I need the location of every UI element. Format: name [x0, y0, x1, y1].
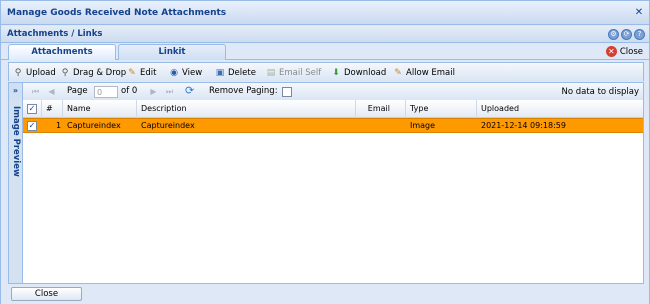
help-icon[interactable]: ? — [634, 29, 645, 40]
attachment-toolbar: ⚲ Upload ⚲ Drag & Drop ✎ Edit ◉ View ▣ D… — [8, 62, 644, 81]
column-header-uploaded[interactable]: Uploaded — [477, 100, 643, 118]
page-count-label: of 0 — [121, 86, 138, 96]
header-checkbox-cell: ✓ — [23, 100, 42, 118]
column-header-type[interactable]: Type — [406, 100, 477, 118]
refresh-icon[interactable]: ⟳ — [185, 85, 197, 97]
view-button[interactable]: ◉ View — [169, 66, 202, 79]
last-page-icon[interactable]: ⏭ — [165, 87, 174, 96]
upload-button[interactable]: ⚲ Upload — [13, 66, 56, 79]
footer-close-button[interactable]: Close — [11, 287, 82, 301]
upload-label: Upload — [26, 67, 56, 78]
eye-icon: ◉ — [170, 67, 178, 78]
email-self-button[interactable]: ▤ Email Self — [266, 66, 322, 79]
prev-page-icon[interactable]: ◀ — [47, 87, 56, 96]
window-close-icon[interactable]: ✕ — [634, 8, 644, 18]
page-number-input[interactable] — [94, 86, 118, 98]
download-button[interactable]: ⬇ Download — [331, 66, 386, 79]
delete-label: Delete — [228, 67, 256, 78]
paging-toolbar: » ⏮ ◀ Page of 0 ▶ ⏭ ⟳ Remove Paging: No … — [8, 82, 644, 100]
first-page-icon[interactable]: ⏮ — [31, 87, 40, 96]
page-label: Page — [67, 86, 88, 96]
attachments-window: Manage Goods Received Note Attachments ✕… — [0, 0, 650, 304]
top-close-button[interactable]: ✕ Close — [605, 44, 643, 59]
email-self-label: Email Self — [279, 67, 322, 78]
remove-paging-checkbox[interactable] — [282, 87, 292, 97]
image-preview-title: Image Preview — [11, 106, 21, 177]
tab-attachments[interactable]: Attachments — [8, 44, 116, 60]
column-header-name[interactable]: Name — [63, 100, 137, 118]
image-preview-panel[interactable]: Image Preview — [8, 100, 23, 284]
row-uploaded: 2021-12-14 09:18:59 — [481, 121, 566, 130]
tab-linkit[interactable]: Linkit — [118, 44, 226, 60]
panel-header: Attachments / Links ⚙ ⟳ ? — [1, 26, 649, 43]
row-description: Captureindex — [141, 121, 195, 130]
column-header-index[interactable]: # — [42, 100, 63, 118]
table-row[interactable]: ✓ 1 Captureindex Captureindex Image 2021… — [23, 118, 643, 133]
drag-drop-button[interactable]: ⚲ Drag & Drop — [60, 66, 126, 79]
paperclip-icon: ⚲ — [14, 67, 22, 78]
tab-strip: Attachments Linkit ✕ Close — [1, 44, 649, 60]
window-title-bar: Manage Goods Received Note Attachments ✕ — [1, 1, 649, 25]
remove-paging-label: Remove Paging: — [209, 86, 278, 96]
edit-icon: ✎ — [128, 67, 136, 78]
expand-preview-icon[interactable]: » — [9, 83, 23, 100]
download-icon: ⬇ — [332, 67, 340, 78]
row-name: Captureindex — [67, 121, 121, 130]
email-self-icon: ▤ — [266, 67, 276, 78]
allow-email-label: Allow Email — [406, 67, 455, 78]
drag-drop-label: Drag & Drop — [73, 67, 127, 78]
row-type: Image — [410, 121, 436, 130]
allow-email-button[interactable]: ✎ Allow Email — [393, 66, 455, 79]
gear-icon[interactable]: ⚙ — [608, 29, 619, 40]
select-all-checkbox[interactable]: ✓ — [27, 104, 37, 114]
view-label: View — [182, 67, 203, 78]
panel-title: Attachments / Links — [7, 29, 103, 39]
edit-label: Edit — [140, 67, 157, 78]
grid-header: ✓ # Name Description Email Type Uploaded — [23, 100, 643, 118]
no-data-message: No data to display — [561, 87, 639, 97]
column-header-email[interactable]: Email — [356, 100, 406, 118]
column-header-description[interactable]: Description — [137, 100, 356, 118]
next-page-icon[interactable]: ▶ — [149, 87, 158, 96]
delete-button[interactable]: ▣ Delete — [215, 66, 256, 79]
refresh-icon[interactable]: ⟳ — [621, 29, 632, 40]
row-index: 1 — [56, 121, 62, 130]
attachments-grid: ✓ # Name Description Email Type Uploaded… — [23, 100, 644, 284]
allow-email-icon: ✎ — [394, 67, 402, 78]
footer-bar — [1, 285, 649, 304]
window-title: Manage Goods Received Note Attachments — [7, 8, 227, 18]
edit-button[interactable]: ✎ Edit — [127, 66, 156, 79]
paperclip-icon: ⚲ — [61, 67, 69, 78]
row-checkbox[interactable]: ✓ — [27, 121, 37, 131]
delete-icon: ▣ — [215, 67, 225, 78]
close-icon: ✕ — [605, 46, 617, 57]
top-close-label: Close — [619, 46, 643, 57]
download-label: Download — [344, 67, 387, 78]
